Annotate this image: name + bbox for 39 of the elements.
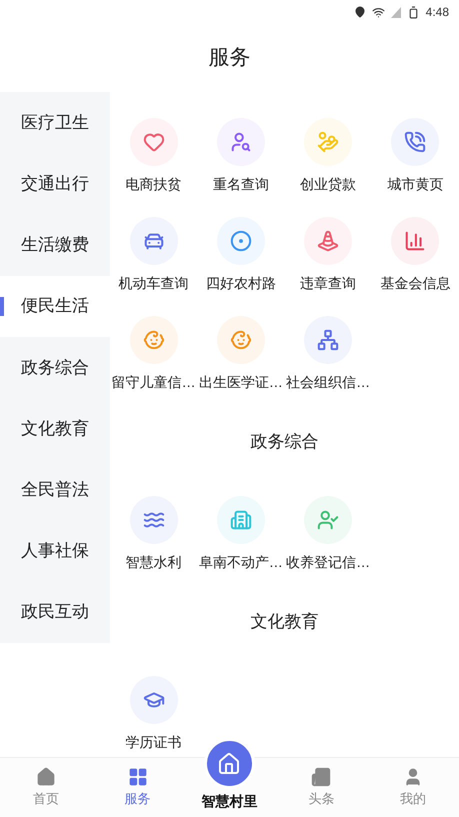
service-label[interactable]: 智慧水利 <box>126 552 182 573</box>
sidebar-item[interactable]: 生活缴费 <box>0 214 110 276</box>
house-icon <box>217 752 242 776</box>
section-heading: 政务综合 <box>250 431 318 453</box>
sidebar-item[interactable]: 政务综合 <box>0 336 110 398</box>
nav-tab[interactable]: 智慧村里 <box>201 791 258 812</box>
clock: 4:48 <box>426 4 449 21</box>
service-label[interactable]: 创业贷款 <box>300 174 356 195</box>
service-label[interactable]: 基金会信息 <box>380 273 450 294</box>
service-label[interactable]: 出生医学证… <box>198 372 283 393</box>
service-label[interactable]: 城市黄页 <box>387 174 444 195</box>
service-label[interactable]: 社会组织信… <box>286 372 370 393</box>
location-icon <box>354 6 366 18</box>
service-label[interactable]: 电商扶贫 <box>126 174 182 195</box>
signal-icon <box>390 6 401 18</box>
service-label[interactable]: 学历证书 <box>126 732 182 753</box>
sidebar-item[interactable]: 政民互动 <box>0 582 110 643</box>
wifi-icon <box>372 6 385 18</box>
sidebar-item[interactable]: 交通出行 <box>0 153 110 214</box>
battery-icon <box>406 6 420 18</box>
newspaper-icon <box>311 766 332 787</box>
nav-tab[interactable]: 头条 <box>275 758 368 817</box>
sidebar-item[interactable]: 全民普法 <box>0 459 110 520</box>
service-label[interactable]: 重名查询 <box>212 174 269 195</box>
service-label[interactable]: 阜南不动产… <box>198 552 283 573</box>
page-title: 服务 <box>208 45 250 72</box>
service-label[interactable]: 违章查询 <box>300 273 356 294</box>
sidebar-item[interactable]: 便民生活 <box>0 276 110 337</box>
section-heading: 文化教育 <box>250 611 318 633</box>
service-label[interactable]: 收养登记信… <box>286 552 370 573</box>
nav-tab[interactable]: 服务 <box>92 758 184 817</box>
service-label[interactable]: 留守儿童信… <box>112 372 196 393</box>
sidebar-item[interactable]: 医疗卫生 <box>0 92 110 154</box>
sidebar-item[interactable]: 文化教育 <box>0 398 110 460</box>
service-label[interactable]: 机动车查询 <box>118 273 189 294</box>
grid-icon <box>128 766 148 787</box>
home-icon <box>36 766 56 787</box>
service-label[interactable]: 四好农村路 <box>206 273 276 294</box>
sidebar-item[interactable]: 人事社保 <box>0 520 110 582</box>
